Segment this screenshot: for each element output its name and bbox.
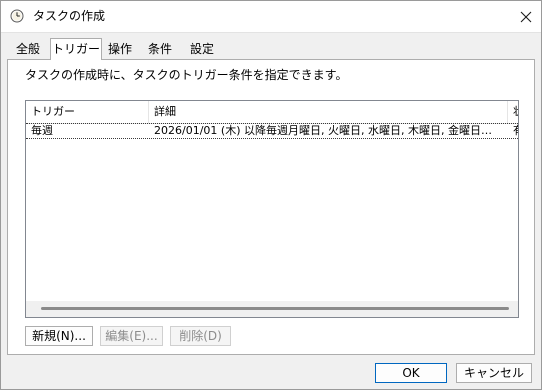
triggers-description: タスクの作成時に、タスクのトリガー条件を指定できます。 [25,68,348,82]
delete-trigger-button[interactable]: 削除(D) [170,326,231,346]
close-button[interactable] [511,1,541,32]
cancel-button[interactable]: キャンセル [456,363,532,383]
edit-trigger-button[interactable]: 編集(E)... [100,326,163,346]
task-create-dialog: タスクの作成 全般 トリガー 操作 条件 設定 タスクの作成時に、タスクのトリガ… [0,0,542,390]
tab-triggers[interactable]: トリガー [50,38,102,60]
column-header-details[interactable]: 詳細 [149,101,508,123]
tab-settings[interactable]: 設定 [185,40,219,58]
cell-details: 2026/01/01 (木) 以降毎週月曜日, 火曜日, 水曜日, 木曜日, 金… [154,124,492,137]
new-trigger-button[interactable]: 新規(N)... [25,326,93,346]
scrollbar-thumb[interactable] [41,307,509,310]
triggers-tab-panel: タスクの作成時に、タスクのトリガー条件を指定できます。 トリガー 詳細 状 毎週… [7,59,535,355]
cell-trigger: 毎週 [31,124,53,137]
window-title: タスクの作成 [33,9,106,23]
close-icon [520,11,532,23]
clock-icon [10,9,24,23]
horizontal-scrollbar[interactable] [26,301,518,317]
title-bar: タスクの作成 [1,1,541,33]
cell-status: 有 [508,124,518,138]
tab-actions[interactable]: 操作 [103,40,137,58]
triggers-list[interactable]: トリガー 詳細 状 毎週 2026/01/01 (木) 以降毎週月曜日, 火曜日… [25,100,519,318]
column-header-status[interactable]: 状 [508,101,518,123]
column-header-trigger[interactable]: トリガー [26,101,149,123]
ok-button[interactable]: OK [375,363,447,383]
table-row[interactable]: 毎週 2026/01/01 (木) 以降毎週月曜日, 火曜日, 水曜日, 木曜日… [26,123,518,139]
tab-general[interactable]: 全般 [11,40,45,58]
triggers-list-header: トリガー 詳細 状 [26,101,518,124]
tab-conditions[interactable]: 条件 [143,40,177,58]
